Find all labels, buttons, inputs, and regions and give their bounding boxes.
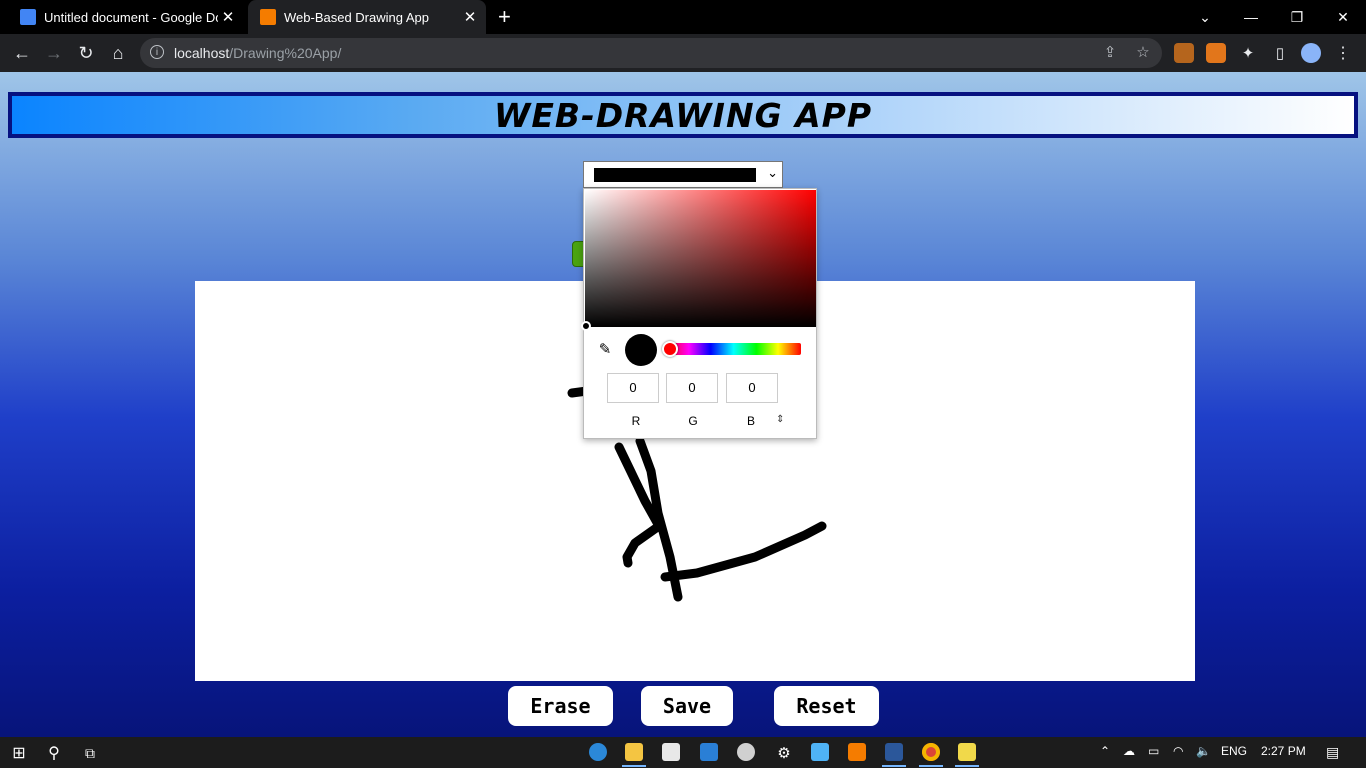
page-title: WEB-DRAWING APP [493, 95, 873, 135]
close-window-button[interactable]: ✕ [1320, 0, 1366, 34]
extensions-puzzle-icon[interactable]: ✦ [1238, 43, 1258, 63]
running-indicator [882, 765, 906, 767]
drawing-app-page: WEB-DRAWING APP ⌄ ✎ 0 0 0 R G B ⇕ Erase … [0, 72, 1366, 737]
eyedropper-icon[interactable]: ✎ [596, 341, 614, 359]
clock-time[interactable]: 2:27 PM [1261, 744, 1306, 758]
settings-gear-icon[interactable]: ⚙ [773, 742, 795, 764]
reload-icon[interactable]: ↻ [75, 42, 97, 64]
search-icon[interactable]: ⚲ [43, 742, 65, 764]
tab-title: Web-Based Drawing App [284, 9, 430, 25]
red-label: R [631, 414, 641, 428]
bookmark-star-icon[interactable]: ☆ [1134, 44, 1152, 62]
site-info-icon[interactable]: i [150, 45, 164, 59]
url-host: localhost [174, 45, 230, 61]
saturation-value-area[interactable] [581, 190, 816, 331]
side-panel-icon[interactable]: ▯ [1270, 43, 1290, 63]
file-explorer-icon[interactable] [625, 743, 643, 761]
blue-label: B [746, 414, 755, 428]
save-button[interactable]: Save [641, 686, 733, 726]
stroke [660, 521, 827, 582]
home-icon[interactable]: ⌂ [107, 42, 129, 64]
back-icon[interactable]: ← [11, 42, 33, 64]
notifications-icon[interactable]: ▤ [1326, 744, 1339, 761]
green-label: G [688, 414, 698, 428]
color-select[interactable]: ⌄ [583, 161, 783, 188]
share-icon[interactable]: ⇪ [1101, 44, 1119, 62]
running-indicator [919, 765, 943, 767]
xampp-icon[interactable] [848, 743, 866, 761]
selected-color-swatch [594, 168, 756, 182]
reset-button[interactable]: Reset [774, 686, 879, 726]
color-preview [625, 334, 657, 366]
wifi-icon[interactable]: ◠ [1173, 744, 1183, 758]
word-icon[interactable] [885, 743, 903, 761]
app-header: WEB-DRAWING APP [8, 92, 1358, 138]
profile-avatar-icon[interactable] [1301, 43, 1321, 63]
hue-slider[interactable] [662, 341, 801, 357]
mail-icon[interactable] [700, 743, 718, 761]
url-path: /Drawing%20App/ [229, 45, 342, 61]
onedrive-cloud-icon[interactable]: ☁ [1123, 744, 1135, 758]
start-windows-icon[interactable]: ⊞ [8, 742, 30, 764]
erase-button[interactable]: Erase [508, 686, 613, 726]
saturation-value-handle[interactable] [581, 321, 591, 331]
restore-button[interactable]: ❐ [1274, 0, 1320, 34]
volume-icon[interactable]: 🔈 [1196, 744, 1211, 758]
address-url: localhost/Drawing%20App/ [174, 45, 341, 61]
running-indicator [622, 765, 646, 767]
metamask-extension-icon[interactable] [1206, 43, 1226, 63]
tab-close-icon[interactable]: ✕ [218, 8, 238, 26]
chevron-down-icon: ⌄ [767, 165, 778, 180]
tab-title: Untitled document - Google Doc [44, 9, 218, 25]
hue-slider-handle[interactable] [662, 341, 678, 357]
app-icon[interactable] [737, 743, 755, 761]
tray-chevron-up-icon[interactable]: ⌃ [1100, 744, 1110, 758]
google-docs-favicon-icon [20, 9, 36, 25]
language-indicator[interactable]: ENG [1221, 744, 1247, 758]
color-picker-popup: ✎ 0 0 0 R G B ⇕ [581, 188, 817, 439]
red-input[interactable]: 0 [607, 373, 659, 403]
xampp-favicon-icon [260, 9, 276, 25]
minimize-button[interactable]: — [1228, 0, 1274, 34]
notepad-icon[interactable] [958, 743, 976, 761]
new-tab-button[interactable]: + [498, 5, 511, 29]
browser-tab-strip: Untitled document - Google Doc ✕ Web-Bas… [0, 0, 1366, 34]
tab-close-icon[interactable]: ✕ [460, 8, 480, 26]
menu-kebab-icon[interactable]: ⋮ [1333, 43, 1353, 63]
tab-search-chevron-icon[interactable]: ⌄ [1182, 0, 1228, 34]
task-view-icon[interactable]: ⧉ [79, 742, 101, 764]
tab-google-docs[interactable]: Untitled document - Google Doc ✕ [8, 0, 244, 34]
monkey-extension-icon[interactable] [1174, 43, 1194, 63]
edge-icon[interactable] [589, 743, 607, 761]
browser-toolbar: ← → ↻ ⌂ i localhost/Drawing%20App/ ⇪ ☆ ✦… [0, 34, 1366, 72]
format-toggle-icon[interactable]: ⇕ [776, 414, 784, 425]
address-bar[interactable]: i localhost/Drawing%20App/ ⇪ ☆ [140, 38, 1162, 68]
tab-drawing-app[interactable]: Web-Based Drawing App ✕ [248, 0, 486, 34]
battery-icon[interactable]: ▭ [1148, 744, 1159, 758]
forward-icon[interactable]: → [43, 42, 65, 64]
stroke [622, 521, 664, 568]
photos-icon[interactable] [811, 743, 829, 761]
chrome-icon[interactable] [922, 743, 940, 761]
running-indicator [955, 765, 979, 767]
green-input[interactable]: 0 [666, 373, 718, 403]
windows-taskbar: ⊞ ⚲ ⧉ ⚙ ⌃ ☁ ▭ ◠ 🔈 ENG 2:27 PM ▤ [0, 737, 1366, 768]
store-icon[interactable] [662, 743, 680, 761]
blue-input[interactable]: 0 [726, 373, 778, 403]
